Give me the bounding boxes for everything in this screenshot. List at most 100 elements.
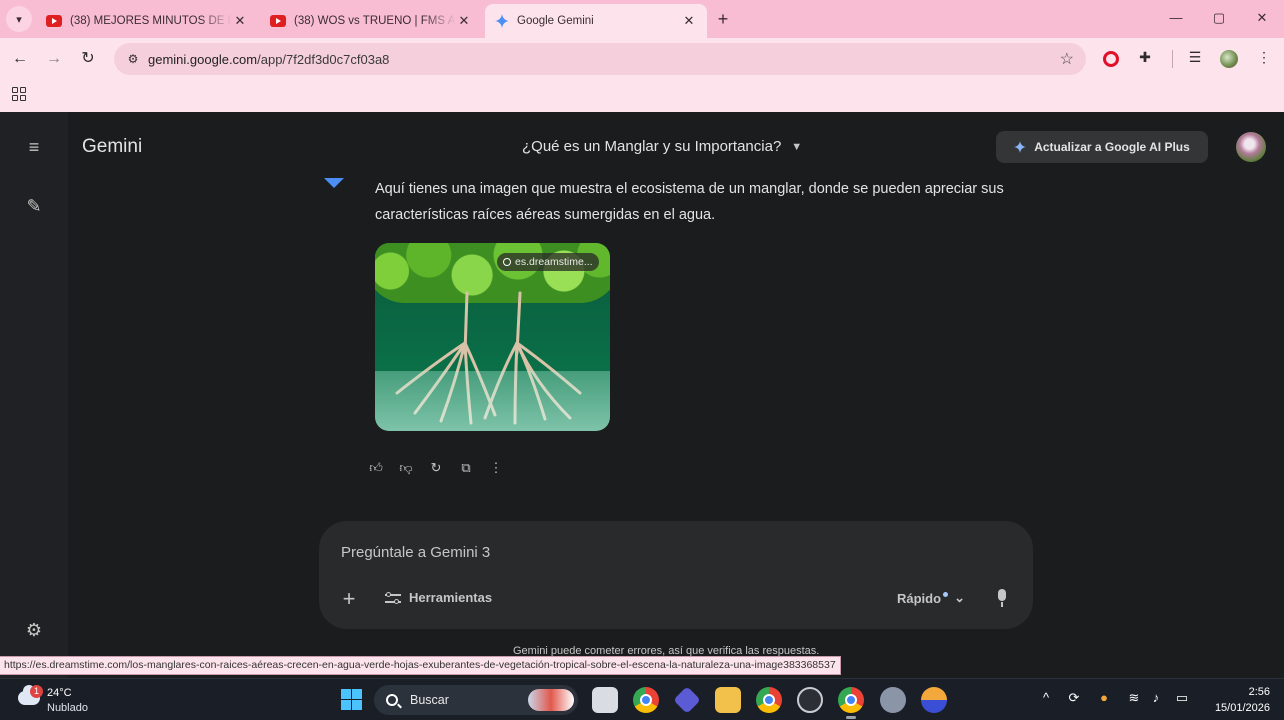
link-status-bubble: https://es.dreamstime.com/los-manglares-… <box>0 656 841 675</box>
close-window-button[interactable]: ✕ <box>1252 10 1272 26</box>
new-chat-edit-icon[interactable]: ✎ <box>22 194 46 218</box>
maximize-button[interactable]: ▢ <box>1209 10 1229 26</box>
mangrove-image[interactable]: es.dreamstime... <box>375 243 610 431</box>
gemini-app: ≡ ✎ ⚙ Gemini ¿Qué es un Manglar y su Imp… <box>0 112 1284 678</box>
menu-hamburger-icon[interactable]: ≡ <box>22 135 46 159</box>
app-round-icon[interactable] <box>921 687 947 713</box>
tab-gemini[interactable]: Google Gemini ✕ <box>485 4 707 38</box>
tray-overflow-chevron-icon[interactable]: ^ <box>1036 690 1056 705</box>
taskbar-clock[interactable]: 2:56 15/01/2026 <box>1204 684 1270 716</box>
arrow-right-icon: → <box>46 50 62 67</box>
chrome-icon[interactable] <box>633 687 659 713</box>
file-explorer-icon[interactable] <box>715 687 741 713</box>
tools-label: Herramientas <box>409 590 493 605</box>
chevron-down-icon: ▾ <box>16 13 22 26</box>
mode-label: Rápido <box>897 590 942 606</box>
youtube-icon <box>46 15 62 27</box>
microphone-in-use-icon[interactable]: ● <box>1094 690 1114 705</box>
search-icon <box>386 694 398 706</box>
account-avatar[interactable] <box>1236 132 1266 162</box>
tools-button[interactable]: Herramientas <box>385 590 492 605</box>
chevron-down-icon: ▼ <box>791 140 803 153</box>
tab-strip: ▾ (38) MEJORES MINUTOS DE PR ✕ (38) WOS … <box>0 0 1284 38</box>
tab-youtube-2[interactable]: (38) WOS vs TRUENO | FMS Arg ✕ <box>260 4 482 38</box>
new-tab-button[interactable]: + <box>712 8 734 30</box>
weather-condition: Nublado <box>47 702 88 714</box>
profile-avatar[interactable] <box>1219 49 1239 69</box>
image-source-label: es.dreamstime... <box>515 256 593 268</box>
tools-sliders-icon <box>385 591 401 605</box>
search-highlight-image <box>528 689 574 711</box>
clock-date: 15/01/2026 <box>1214 702 1270 714</box>
url-path: /app/7f2df3d0c7cf03a8 <box>257 51 390 67</box>
water-illustration <box>375 371 610 431</box>
app-diamond-icon[interactable] <box>673 686 701 714</box>
prompt-box: + Herramientas Rápido ⌄ <box>319 521 1033 629</box>
chrome-active-icon[interactable] <box>838 687 864 719</box>
copy-icon[interactable]: ⧉ <box>456 458 476 478</box>
sparkle-icon <box>1014 141 1027 153</box>
tab-youtube-1[interactable]: (38) MEJORES MINUTOS DE PR ✕ <box>36 4 258 38</box>
site-info-icon[interactable]: ⚙ <box>122 52 144 66</box>
bookmark-star-icon[interactable]: ☆ <box>1060 49 1074 69</box>
windows-taskbar: 1 24°C Nublado Buscar ^ ⟳ ● ≋ ♪ ▭ 2:56 1… <box>0 678 1284 720</box>
close-tab-icon[interactable]: ✕ <box>681 13 697 29</box>
thumbs-up-icon[interactable]: 👍︎ <box>366 458 386 478</box>
reload-button[interactable]: ↻ <box>77 48 99 70</box>
add-attachment-icon[interactable]: + <box>339 587 359 611</box>
opera-extension-icon[interactable] <box>1101 49 1121 69</box>
chevron-down-icon: ⌄ <box>954 590 965 605</box>
extensions-puzzle-icon[interactable]: ✚ <box>1135 49 1155 69</box>
settings-gear-icon[interactable]: ⚙ <box>22 618 46 642</box>
url-host: gemini.google.com <box>148 51 258 67</box>
gemini-brand[interactable]: Gemini <box>82 136 142 158</box>
wifi-icon[interactable]: ≋ <box>1124 690 1144 706</box>
weather-temperature: 24°C <box>47 687 72 699</box>
close-tab-icon[interactable]: ✕ <box>232 13 248 29</box>
address-bar[interactable]: ⚙ gemini.google.com/app/7f2df3d0c7cf03a8… <box>114 43 1086 75</box>
task-view-icon[interactable] <box>592 687 618 713</box>
forward-button[interactable]: → <box>43 48 65 70</box>
taskbar-search[interactable]: Buscar <box>374 685 578 715</box>
gemini-response-marker-icon <box>324 178 344 188</box>
close-tab-icon[interactable]: ✕ <box>456 13 472 29</box>
url-text[interactable]: gemini.google.com/app/7f2df3d0c7cf03a8 <box>148 52 389 67</box>
chrome-profile-icon[interactable] <box>756 687 782 713</box>
source-link-icon <box>503 258 511 266</box>
image-source-chip[interactable]: es.dreamstime... <box>497 253 599 271</box>
volume-icon[interactable]: ♪ <box>1146 690 1166 705</box>
browser-toolbar: ← → ↻ ⚙ gemini.google.com/app/7f2df3d0c7… <box>0 38 1284 80</box>
media-control-icon[interactable]: ☰ <box>1185 49 1205 69</box>
prompt-input[interactable] <box>341 541 941 563</box>
search-label: Buscar <box>410 693 449 707</box>
response-text: Aquí tienes una imagen que muestra el ec… <box>375 181 1004 223</box>
regenerate-icon[interactable]: ↻ <box>426 458 446 478</box>
apps-grid-icon[interactable] <box>12 87 26 101</box>
tab-title: (38) WOS vs TRUENO | FMS Arg <box>294 15 456 27</box>
model-mode-selector[interactable]: Rápido ⌄ <box>897 590 965 606</box>
obs-studio-icon[interactable] <box>797 687 823 713</box>
more-menu-icon[interactable]: ⋮ <box>1254 49 1274 69</box>
weather-widget[interactable]: 1 24°C Nublado <box>16 683 106 717</box>
tab-title: (38) MEJORES MINUTOS DE PR <box>70 15 232 27</box>
gemini-icon <box>495 14 509 28</box>
microphone-icon[interactable] <box>995 589 1009 609</box>
start-windows-icon[interactable] <box>341 689 362 710</box>
upgrade-button[interactable]: Actualizar a Google AI Plus <box>996 131 1208 163</box>
sync-icon[interactable]: ⟳ <box>1064 690 1084 706</box>
battery-icon[interactable]: ▭ <box>1172 690 1192 706</box>
more-options-icon[interactable]: ⋮ <box>486 458 506 478</box>
settings-app-icon[interactable] <box>880 687 906 713</box>
arrow-left-icon: ← <box>12 50 28 67</box>
back-button[interactable]: ← <box>9 48 31 70</box>
toolbar-divider <box>1172 50 1173 68</box>
youtube-icon <box>270 15 286 27</box>
bookmarks-bar <box>0 80 1284 112</box>
upgrade-label: Actualizar a Google AI Plus <box>1034 140 1190 154</box>
thumbs-down-icon[interactable]: 👎︎ <box>396 458 416 478</box>
tab-search-button[interactable]: ▾ <box>6 6 32 32</box>
minimize-button[interactable]: — <box>1166 10 1186 25</box>
side-rail: ≡ ✎ ⚙ <box>0 112 68 678</box>
conversation-title-text: ¿Qué es un Manglar y su Importancia? <box>522 138 782 155</box>
conversation-title[interactable]: ¿Qué es un Manglar y su Importancia? ▼ <box>522 138 802 155</box>
